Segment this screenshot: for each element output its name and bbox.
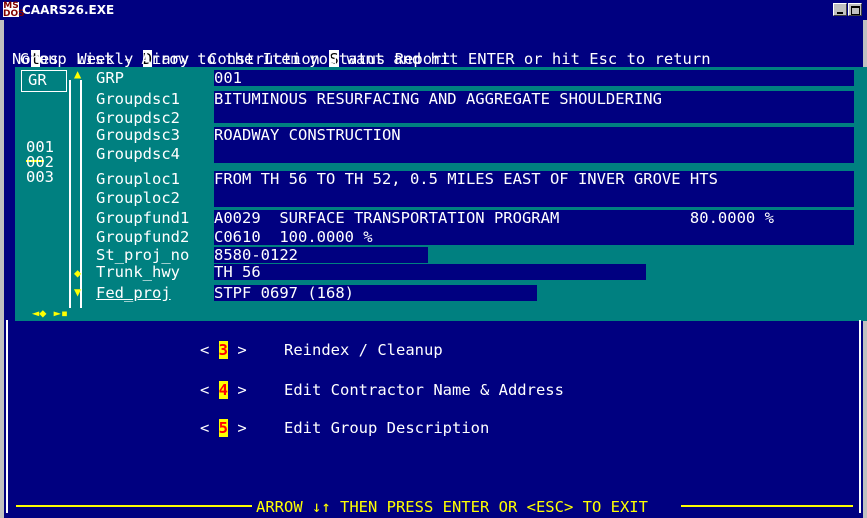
list-divider — [69, 80, 71, 308]
field-value-groupfund2[interactable]: C0610 100.0000 % — [214, 229, 854, 245]
field-value-fed-proj[interactable]: STPF 0697 (168) — [214, 285, 537, 301]
status-rule — [16, 505, 252, 507]
field-label-fed-proj: Fed_proj — [96, 284, 171, 302]
field-value-trunk-hwy[interactable]: TH 56 — [214, 264, 646, 280]
field-label-groupdsc3: Groupdsc3 — [96, 126, 180, 144]
field-value-groupdsc3[interactable]: ROADWAY CONSTRUCTION — [214, 127, 854, 163]
menu-option-reindex[interactable]: < 3 > Reindex / Cleanup — [200, 326, 443, 359]
scroll-up-arrow-icon[interactable]: ▲ — [74, 66, 81, 82]
field-label-groupfund1: Groupfund1 — [96, 209, 190, 227]
menu-option-edit-contractor[interactable]: < 4 > Edit Contractor Name & Address — [200, 366, 564, 399]
menu-option-edit-group-description[interactable]: < 5 > Edit Group Description — [200, 404, 490, 437]
status-line: ARROW ↓↑ THEN PRESS ENTER OR <ESC> TO EX… — [256, 498, 648, 516]
field-label-groupfund2: Groupfund2 — [96, 228, 190, 246]
field-label-grp: GRP — [96, 69, 124, 87]
menu-option-label: Edit Contractor Name & Address — [284, 381, 564, 399]
scroll-thumb-icon[interactable]: ◆ — [74, 265, 81, 281]
field-value-st-proj-no[interactable]: 8580-0122 — [214, 247, 428, 263]
maximize-button[interactable] — [848, 3, 862, 16]
minimize-button[interactable] — [833, 3, 847, 16]
status-rule — [681, 505, 853, 507]
field-label-trunk-hwy: Trunk_hwy — [96, 263, 180, 281]
horizontal-scroll-arrows-icon[interactable]: ◄◆ ►▪ — [32, 305, 68, 321]
window-title: CAARS26.EXE — [22, 3, 115, 17]
field-value-groupdsc1[interactable]: BITUMINOUS RESURFACING AND AGGREGATE SHO… — [214, 91, 854, 123]
field-label-grouploc1: Grouploc1 — [96, 170, 180, 188]
window-title-bar[interactable] — [0, 0, 867, 20]
menu-hotkey: 3 — [218, 341, 229, 359]
menu-hotkey: 5 — [218, 419, 229, 437]
menu-option-label: Edit Group Description — [284, 419, 490, 437]
field-label-groupdsc2: Groupdsc2 — [96, 109, 180, 127]
menu-option-label: Reindex / Cleanup — [284, 341, 443, 359]
field-value-grouploc1[interactable]: FROM TH 56 TO TH 52, 0.5 MILES EAST OF I… — [214, 171, 854, 207]
field-label-groupdsc1: Groupdsc1 — [96, 90, 180, 108]
field-value-grp[interactable]: 001 — [214, 70, 854, 86]
scroll-down-arrow-icon[interactable]: ▼ — [74, 284, 81, 300]
group-list-item[interactable]: 003 — [26, 169, 54, 185]
group-list-header: GR — [28, 71, 47, 89]
instruction-hint: Group List - Arrow to the Item you want … — [20, 50, 711, 68]
menu-hotkey: 4 — [218, 381, 229, 399]
field-label-groupdsc4: Groupdsc4 — [96, 145, 180, 163]
field-label-st-proj-no: St_proj_no — [96, 246, 190, 264]
ms-dos-icon[interactable]: MS DOS — [3, 2, 25, 19]
field-label-grouploc2: Grouploc2 — [96, 189, 180, 207]
